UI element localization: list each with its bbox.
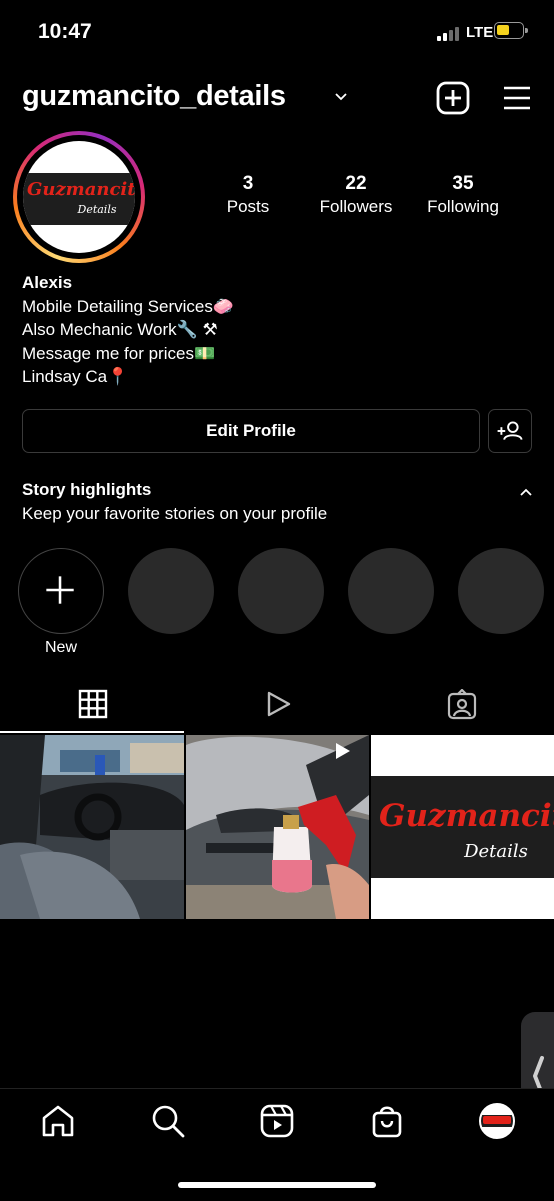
followers-count-value: 22	[345, 173, 367, 194]
highlight-placeholder	[458, 548, 544, 634]
avatar-logo-text: Guzmancito	[27, 179, 135, 200]
highlight-placeholder	[238, 548, 324, 634]
username-title[interactable]: guzmancito_details	[22, 80, 286, 113]
chevron-up-icon[interactable]	[519, 487, 533, 497]
home-indicator	[178, 1182, 376, 1188]
profile-bio: Alexis Mobile Detailing Services🧼 Also M…	[22, 271, 234, 389]
menu-icon[interactable]	[502, 84, 532, 112]
foam-cannon-car-wash-photo	[186, 735, 369, 919]
search-icon[interactable]	[150, 1103, 186, 1139]
new-highlight-label: New	[44, 639, 77, 656]
plus-icon	[46, 576, 74, 604]
new-post-icon[interactable]	[436, 81, 470, 115]
car-interior-photo	[0, 735, 184, 919]
chevron-down-icon[interactable]	[333, 90, 349, 104]
post-logo-text: Guzmancito	[379, 798, 554, 834]
new-highlight-button[interactable]	[18, 548, 104, 634]
shop-icon[interactable]	[369, 1103, 405, 1139]
highlight-placeholder	[128, 548, 214, 634]
network-type: LTE	[466, 24, 494, 41]
avatar-logo-sub: Details	[77, 203, 117, 216]
profile-avatar[interactable]: Guzmancito Details	[13, 131, 145, 263]
grid-tab-icon[interactable]	[78, 689, 108, 719]
home-icon[interactable]	[40, 1103, 76, 1139]
profile-name: Alexis	[22, 273, 73, 292]
post-thumbnail[interactable]	[186, 735, 369, 919]
following-count[interactable]: 35 Following	[408, 172, 518, 218]
add-person-icon	[497, 421, 523, 440]
bio-line: Lindsay Ca📍	[22, 367, 129, 386]
posts-count-value: 3	[242, 173, 254, 194]
post-logo-sub: Details	[464, 841, 528, 862]
post-thumbnail[interactable]	[0, 735, 184, 919]
tagged-tab-icon[interactable]	[446, 689, 478, 721]
highlight-placeholder	[348, 548, 434, 634]
followers-count[interactable]: 22 Followers	[301, 172, 411, 218]
story-highlights-title: Story highlights	[22, 480, 152, 499]
edit-profile-button[interactable]: Edit Profile	[22, 409, 480, 453]
bio-line: Message me for prices💵	[22, 343, 216, 363]
battery-icon	[494, 22, 528, 39]
profile-nav-avatar[interactable]	[479, 1103, 515, 1139]
bio-line: Also Mechanic Work🔧 ⚒	[22, 320, 218, 339]
following-count-label: Following	[427, 197, 499, 216]
posts-count[interactable]: 3 Posts	[193, 172, 303, 218]
reels-tab-icon[interactable]	[263, 689, 293, 719]
followers-count-label: Followers	[319, 197, 393, 216]
story-highlights-subtitle: Keep your favorite stories on your profi…	[22, 504, 328, 523]
signal-icon	[437, 27, 459, 41]
following-count-value: 35	[452, 173, 474, 194]
post-thumbnail[interactable]: Guzmancito Details	[371, 735, 554, 919]
discover-people-button[interactable]	[488, 409, 532, 453]
bio-line: Mobile Detailing Services🧼	[22, 296, 235, 316]
posts-count-label: Posts	[226, 197, 270, 216]
profile-avatar-image: Guzmancito Details	[23, 141, 135, 253]
reels-icon[interactable]	[259, 1103, 295, 1139]
active-tab-indicator	[0, 731, 184, 733]
avatar-logo-mark	[483, 1116, 511, 1124]
status-time: 10:47	[38, 20, 92, 43]
